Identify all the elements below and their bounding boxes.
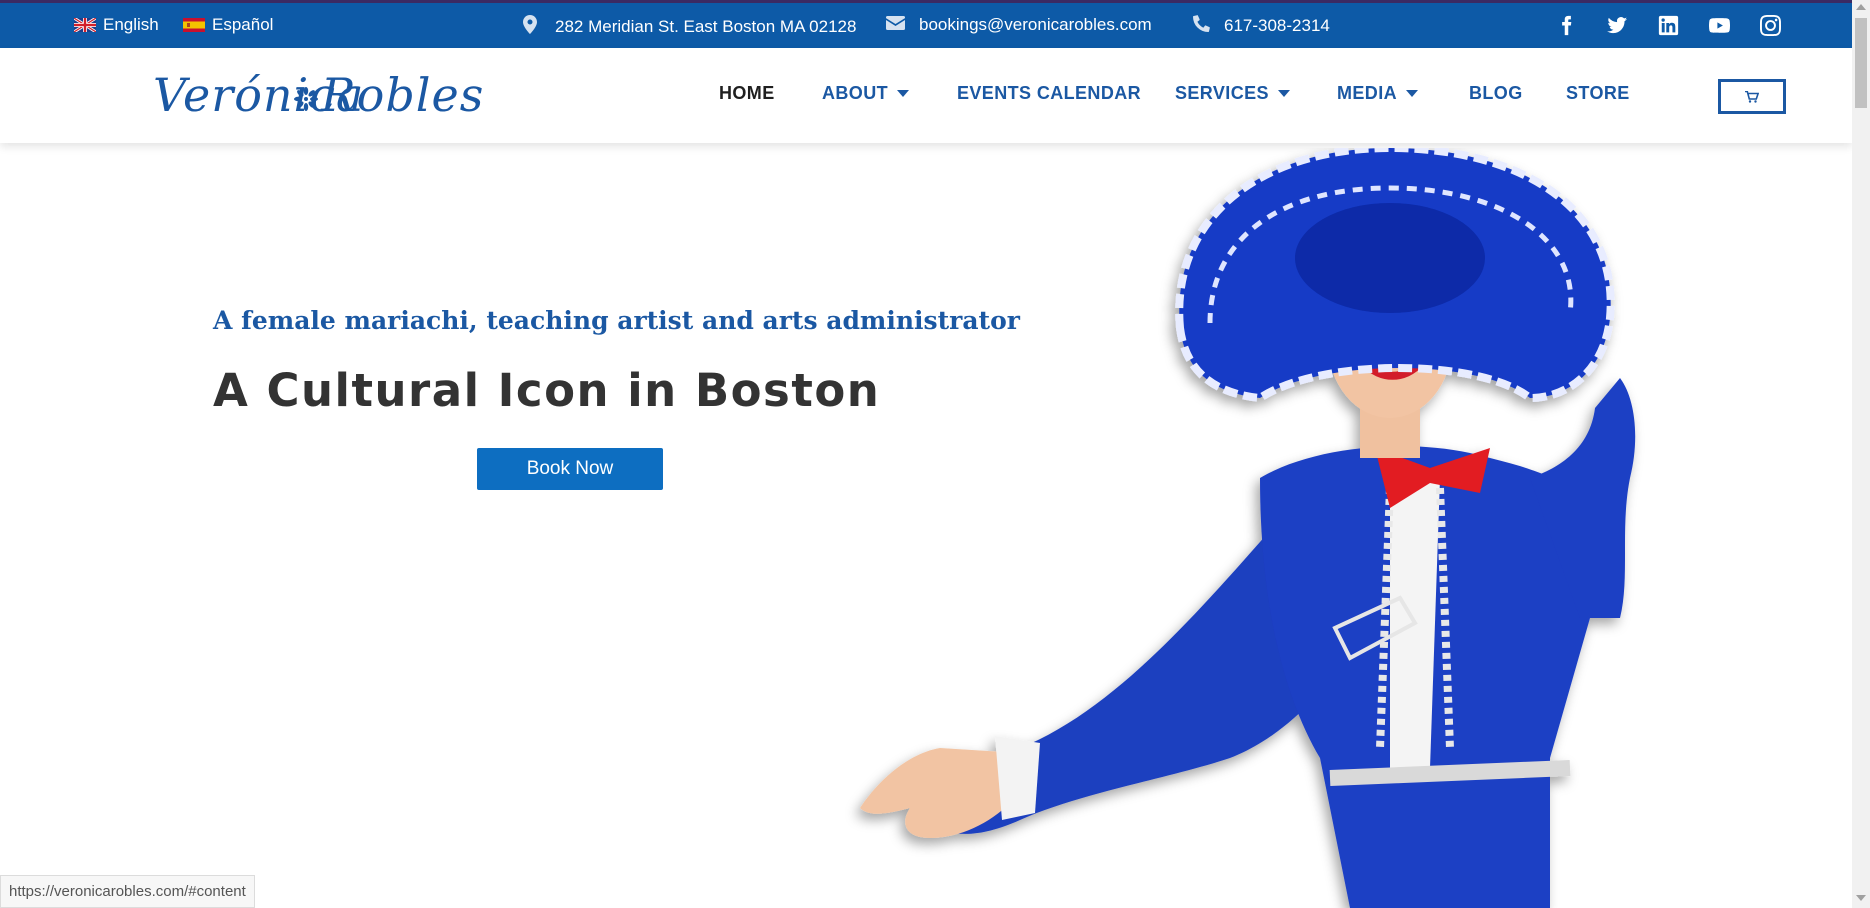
map-pin-icon bbox=[523, 15, 537, 39]
envelope-icon bbox=[886, 15, 905, 35]
linkedin-icon[interactable] bbox=[1658, 15, 1679, 36]
language-spanish-label: Español bbox=[212, 15, 274, 34]
scrollbar-thumb[interactable] bbox=[1855, 18, 1867, 108]
facebook-icon[interactable] bbox=[1556, 15, 1577, 36]
flower-icon bbox=[294, 87, 318, 111]
nav-home-label: HOME bbox=[719, 83, 775, 103]
phone-icon bbox=[1193, 15, 1210, 37]
phone-text: 617-308-2314 bbox=[1224, 16, 1330, 35]
caret-down-icon bbox=[897, 90, 909, 97]
nav-about-label: ABOUT bbox=[822, 83, 888, 103]
address-text: 282 Meridian St. East Boston MA 02128 bbox=[555, 17, 857, 36]
nav-media[interactable]: MEDIA bbox=[1337, 83, 1418, 104]
site-logo[interactable]: Verónica Robles bbox=[153, 62, 483, 128]
caret-down-icon bbox=[1277, 90, 1290, 97]
uk-flag-icon bbox=[74, 18, 96, 32]
nav-events-calendar[interactable]: EVENTS CALENDAR bbox=[957, 83, 1141, 104]
top-bar: English Español 282 Meridian St. East Bo… bbox=[0, 0, 1852, 48]
youtube-icon[interactable] bbox=[1709, 15, 1730, 36]
book-now-button[interactable]: Book Now bbox=[477, 448, 663, 490]
cart-button[interactable] bbox=[1718, 79, 1786, 114]
language-spanish[interactable]: Español bbox=[183, 15, 273, 35]
social-links bbox=[1556, 15, 1781, 36]
cart-icon bbox=[1745, 90, 1759, 103]
vertical-scrollbar[interactable] bbox=[1852, 0, 1870, 908]
language-english-label: English bbox=[103, 15, 159, 34]
caret-down-icon bbox=[1406, 90, 1418, 97]
email[interactable]: bookings@veronicarobles.com bbox=[886, 15, 1152, 35]
address: 282 Meridian St. East Boston MA 02128 bbox=[523, 15, 856, 39]
scroll-down-arrow-icon[interactable] bbox=[1856, 895, 1866, 901]
nav-media-label: MEDIA bbox=[1337, 83, 1397, 103]
hero-mariachi-image bbox=[860, 148, 1636, 908]
nav-about[interactable]: ABOUT bbox=[822, 83, 909, 104]
language-english[interactable]: English bbox=[74, 15, 159, 35]
email-text: bookings@veronicarobles.com bbox=[919, 15, 1152, 34]
scroll-up-arrow-icon[interactable] bbox=[1856, 4, 1866, 10]
nav-home[interactable]: HOME bbox=[719, 83, 775, 104]
status-bar-url: https://veronicarobles.com/#content bbox=[0, 875, 255, 908]
nav-services-label: SERVICES bbox=[1175, 83, 1269, 103]
twitter-icon[interactable] bbox=[1607, 15, 1628, 36]
spain-flag-icon bbox=[183, 18, 205, 32]
phone[interactable]: 617-308-2314 bbox=[1193, 15, 1330, 37]
instagram-icon[interactable] bbox=[1760, 15, 1781, 36]
site-header: Verónica Robles HOME ABOUT EVENTS CALEND… bbox=[0, 48, 1852, 143]
hero-headline: A Cultural Icon in Boston bbox=[213, 364, 881, 417]
nav-store[interactable]: STORE bbox=[1566, 83, 1630, 104]
logo-last-name: Robles bbox=[321, 68, 485, 122]
nav-events-calendar-label: EVENTS CALENDAR bbox=[957, 83, 1142, 103]
nav-store-label: STORE bbox=[1566, 83, 1630, 103]
nav-services[interactable]: SERVICES bbox=[1175, 83, 1290, 104]
nav-blog-label: BLOG bbox=[1469, 83, 1523, 103]
nav-blog[interactable]: BLOG bbox=[1469, 83, 1523, 104]
